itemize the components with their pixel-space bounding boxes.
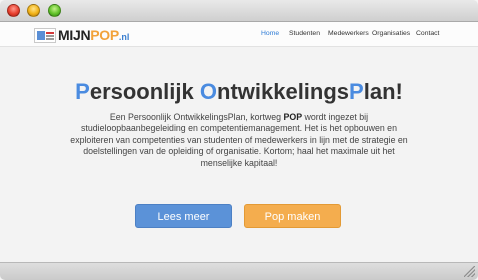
pop-maken-button[interactable]: Pop maken [244,204,341,228]
zoom-window-button[interactable] [48,4,61,17]
minimize-window-button[interactable] [27,4,40,17]
logo-text-mijn: MIJN [58,27,91,43]
logo-icon [34,27,56,43]
resize-grip-icon[interactable] [464,266,475,277]
window-titlebar [0,0,478,22]
browser-window: MIJN POP .nl Home Studenten Medewerkers … [0,0,478,280]
nav-item-home[interactable]: Home [261,30,279,37]
lees-meer-button[interactable]: Lees meer [135,204,232,228]
nav-item-medewerkers[interactable]: Medewerkers [328,30,369,37]
hero-description: Een Persoonlijk OntwikkelingsPlan, kortw… [70,112,408,168]
nav-item-organisaties[interactable]: Organisaties [372,30,410,37]
hero-section: Persoonlijk OntwikkelingsPlan! Een Perso… [0,48,478,262]
page-title: Persoonlijk OntwikkelingsPlan! [75,79,403,104]
nav-item-studenten[interactable]: Studenten [289,30,320,37]
close-window-button[interactable] [7,4,20,17]
logo-text-pop: POP [90,27,119,43]
site-navbar: MIJN POP .nl Home Studenten Medewerkers … [0,22,478,47]
site-logo[interactable]: MIJN POP .nl [34,27,129,43]
window-bottom-bar [0,262,478,280]
nav-item-contact[interactable]: Contact [416,30,439,37]
logo-text-tld: .nl [118,31,130,42]
